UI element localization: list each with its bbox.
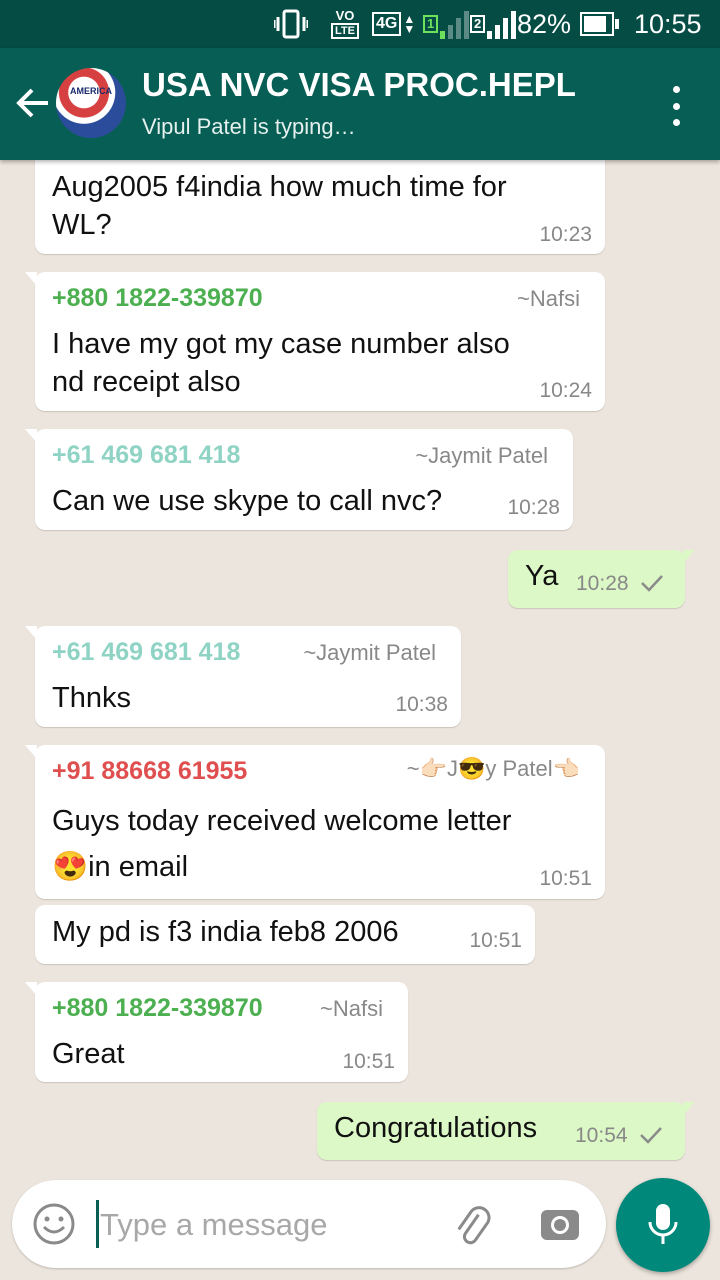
data-arrows-icon: ▲ ▼ [403,12,416,36]
sender-alias: ~👉🏻J😎y Patel👈🏻 [406,756,580,781]
volte-indicator: VO LTE [327,0,363,48]
mic-button[interactable] [616,1178,710,1272]
message-time: 10:28 [507,496,560,519]
sim2-signal: 2 [470,0,517,48]
message-time: 10:24 [539,379,592,402]
sim2-label: 2 [470,15,486,33]
lte-label: LTE [331,23,359,39]
sender-phone[interactable]: +880 1822-339870 [52,284,263,313]
chat-header: AMERICA USA NVC VISA PROC.HEPL Vipul Pat… [0,48,720,160]
message-time: 10:28 [576,572,629,595]
network-type: 4G ▲ ▼ [372,0,418,48]
message-time: 10:51 [342,1050,395,1073]
message-text: Guys today received welcome letter 😍in em… [52,805,512,883]
vibrate-icon [274,0,314,48]
status-time: 10:55 [634,8,702,39]
message-text: Thnks [52,682,131,714]
message-bubble-outgoing[interactable]: Congratulations 10:54 [317,1102,695,1160]
message-bubble[interactable]: +61 469 681 418 ~Jaymit Patel Thnks 10:3… [25,626,461,727]
message-time: 10:51 [469,929,522,952]
message-time: 10:23 [539,223,592,246]
message-text: Great [52,1038,125,1070]
sim1-label: 1 [423,15,439,33]
message-text: Ya [525,560,559,592]
message-time: 10:51 [539,867,592,890]
sent-check-icon [641,575,663,592]
typing-status: Vipul Patel is typing… [142,114,356,139]
signal-bars-icon [487,9,517,39]
sender-phone[interactable]: +61 469 681 418 [52,441,240,470]
message-list[interactable]: Aug2005 f4india how much time for WL? 10:… [0,160,720,1180]
sent-check-icon [640,1127,662,1144]
back-arrow-icon[interactable] [14,84,52,122]
signal-bars-icon [440,9,470,39]
message-text: Congratulations [334,1112,538,1144]
sender-phone[interactable]: +91 88668 61955 [52,757,247,786]
attach-icon[interactable] [450,1202,494,1246]
message-input[interactable] [98,1202,432,1248]
sim1-signal: 1 [423,0,470,48]
avatar-text: AMERICA [70,86,112,96]
mic-icon [648,1204,678,1244]
volte-label: VO [335,8,355,23]
message-composer [12,1180,606,1268]
battery-percent: 82% [517,8,572,39]
message-text: Aug2005 f4india how much time for WL? [52,171,507,241]
message-bubble[interactable]: Aug2005 f4india how much time for WL? 10:… [35,160,605,254]
message-text: Can we use skype to call nvc? [52,485,443,517]
chat-title[interactable]: USA NVC VISA PROC.HEPL [142,66,576,104]
network-type-label: 4G [372,12,402,36]
sender-alias: ~Jaymit Patel [415,443,548,468]
sender-phone[interactable]: +880 1822-339870 [52,994,263,1023]
message-bubble[interactable]: +61 469 681 418 ~Jaymit Patel Can we use… [25,429,573,530]
sender-alias: ~Nafsi [517,286,580,311]
overflow-menu-icon[interactable] [662,86,690,126]
status-bar: VO LTE 4G ▲ ▼ 1 2 82% 10:55 [0,0,720,48]
message-time: 10:54 [575,1124,628,1147]
camera-icon[interactable] [538,1202,582,1246]
message-text: My pd is f3 india feb8 2006 [52,916,399,948]
sender-alias: ~Nafsi [320,996,383,1021]
battery-icon [580,0,619,48]
message-bubble[interactable]: +880 1822-339870 ~Nafsi I have my got my… [25,272,605,411]
emoji-icon[interactable] [32,1202,76,1246]
sender-alias: ~Jaymit Patel [303,640,436,665]
message-bubble-outgoing[interactable]: Ya 10:28 [508,550,695,608]
message-bubble[interactable]: +91 88668 61955 ~👉🏻J😎y Patel👈🏻 Guys toda… [25,745,605,899]
message-bubble[interactable]: +880 1822-339870 ~Nafsi Great 10:51 [25,982,408,1082]
message-bubble[interactable]: My pd is f3 india feb8 2006 10:51 [35,905,535,964]
message-text: I have my got my case number also nd rece… [52,328,510,398]
group-avatar[interactable]: AMERICA [56,68,126,138]
sender-phone[interactable]: +61 469 681 418 [52,638,240,667]
message-time: 10:38 [395,693,448,716]
